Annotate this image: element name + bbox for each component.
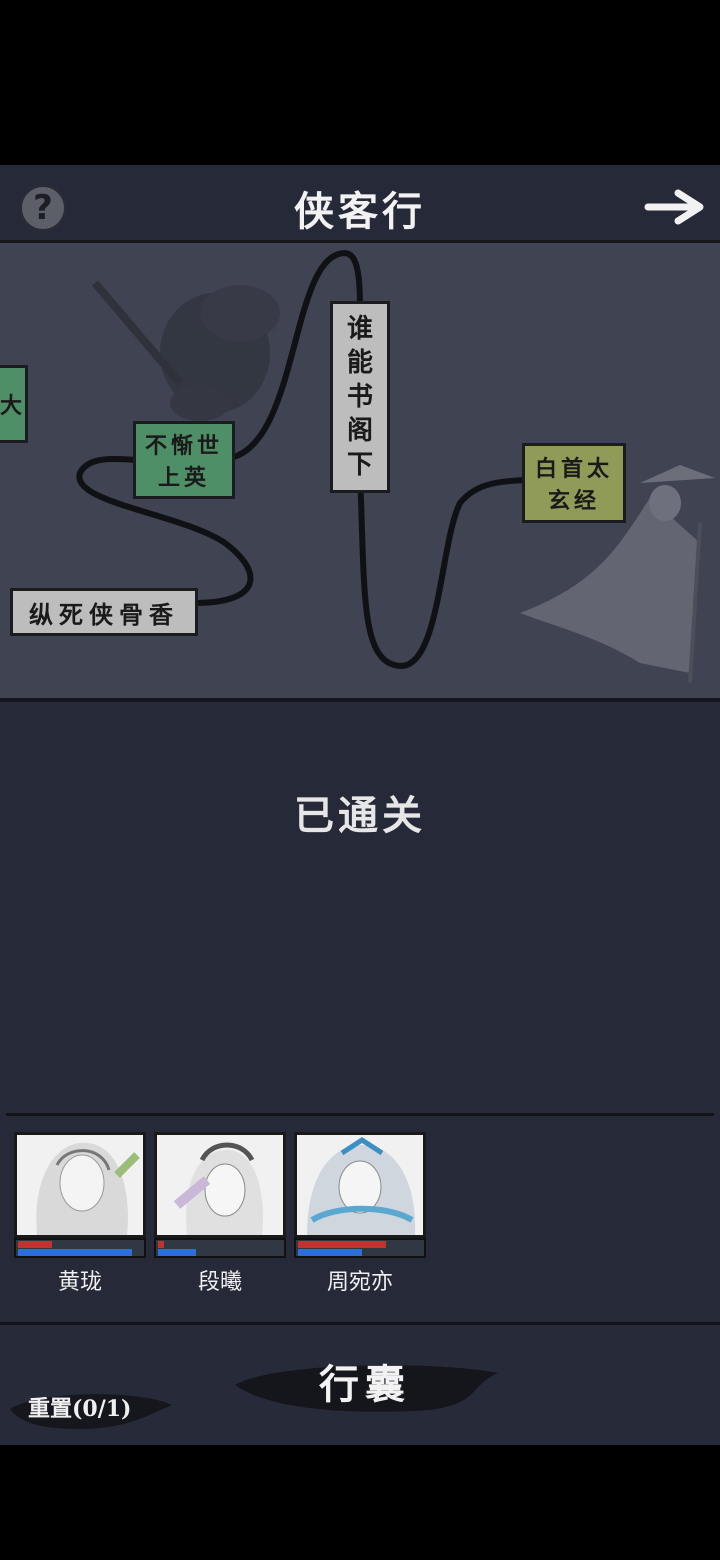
- mp-bar: [158, 1249, 196, 1256]
- game-screen: ? 侠客行 纵死侠骨香 不惭世 上英 谁能书阁下 白首太 玄经 大 已通关 黄珑…: [0, 165, 720, 1445]
- page-title: 侠客行: [294, 188, 426, 235]
- mp-bar: [298, 1249, 362, 1256]
- stage-map: 纵死侠骨香 不惭世 上英 谁能书阁下 白首太 玄经 大: [0, 240, 720, 702]
- member-name: 黄珑: [57, 1270, 102, 1295]
- hp-mp-bars: [14, 1238, 146, 1258]
- party-panel: 黄珑 段曦 周宛亦: [0, 1120, 720, 1320]
- hp-mp-bars: [154, 1238, 286, 1258]
- stage-node-5[interactable]: 大: [0, 365, 28, 443]
- bag-button[interactable]: 行囊: [230, 1355, 500, 1415]
- character-portrait: [294, 1132, 426, 1238]
- ink-warrior-illustration: [91, 280, 280, 421]
- party-member-2[interactable]: 段曦: [154, 1132, 286, 1302]
- stage-node-4[interactable]: 白首太 玄经: [522, 443, 626, 523]
- stage-node-1[interactable]: 纵死侠骨香: [10, 588, 198, 636]
- party-member-3[interactable]: 周宛亦: [294, 1132, 426, 1302]
- hp-bar: [18, 1241, 52, 1248]
- character-portrait: [154, 1132, 286, 1238]
- party-member-1[interactable]: 黄珑: [14, 1132, 146, 1302]
- member-name: 段曦: [197, 1270, 242, 1295]
- header: ? 侠客行: [0, 165, 720, 240]
- arrow-right-icon: [644, 189, 704, 225]
- clear-status-text: 已通关: [294, 792, 426, 839]
- divider: [6, 1113, 714, 1116]
- stage-node-3[interactable]: 谁能书阁下: [330, 301, 390, 493]
- hp-bar: [158, 1241, 164, 1248]
- stage-node-2[interactable]: 不惭世 上英: [133, 421, 235, 499]
- mp-bar: [18, 1249, 132, 1256]
- next-button[interactable]: [644, 185, 708, 229]
- hp-bar: [298, 1241, 386, 1248]
- character-portrait: [14, 1132, 146, 1238]
- reset-button[interactable]: 重置(0/1): [8, 1385, 173, 1431]
- member-name: 周宛亦: [326, 1270, 393, 1295]
- footer: 行囊 重置(0/1): [0, 1325, 720, 1445]
- hp-mp-bars: [294, 1238, 426, 1258]
